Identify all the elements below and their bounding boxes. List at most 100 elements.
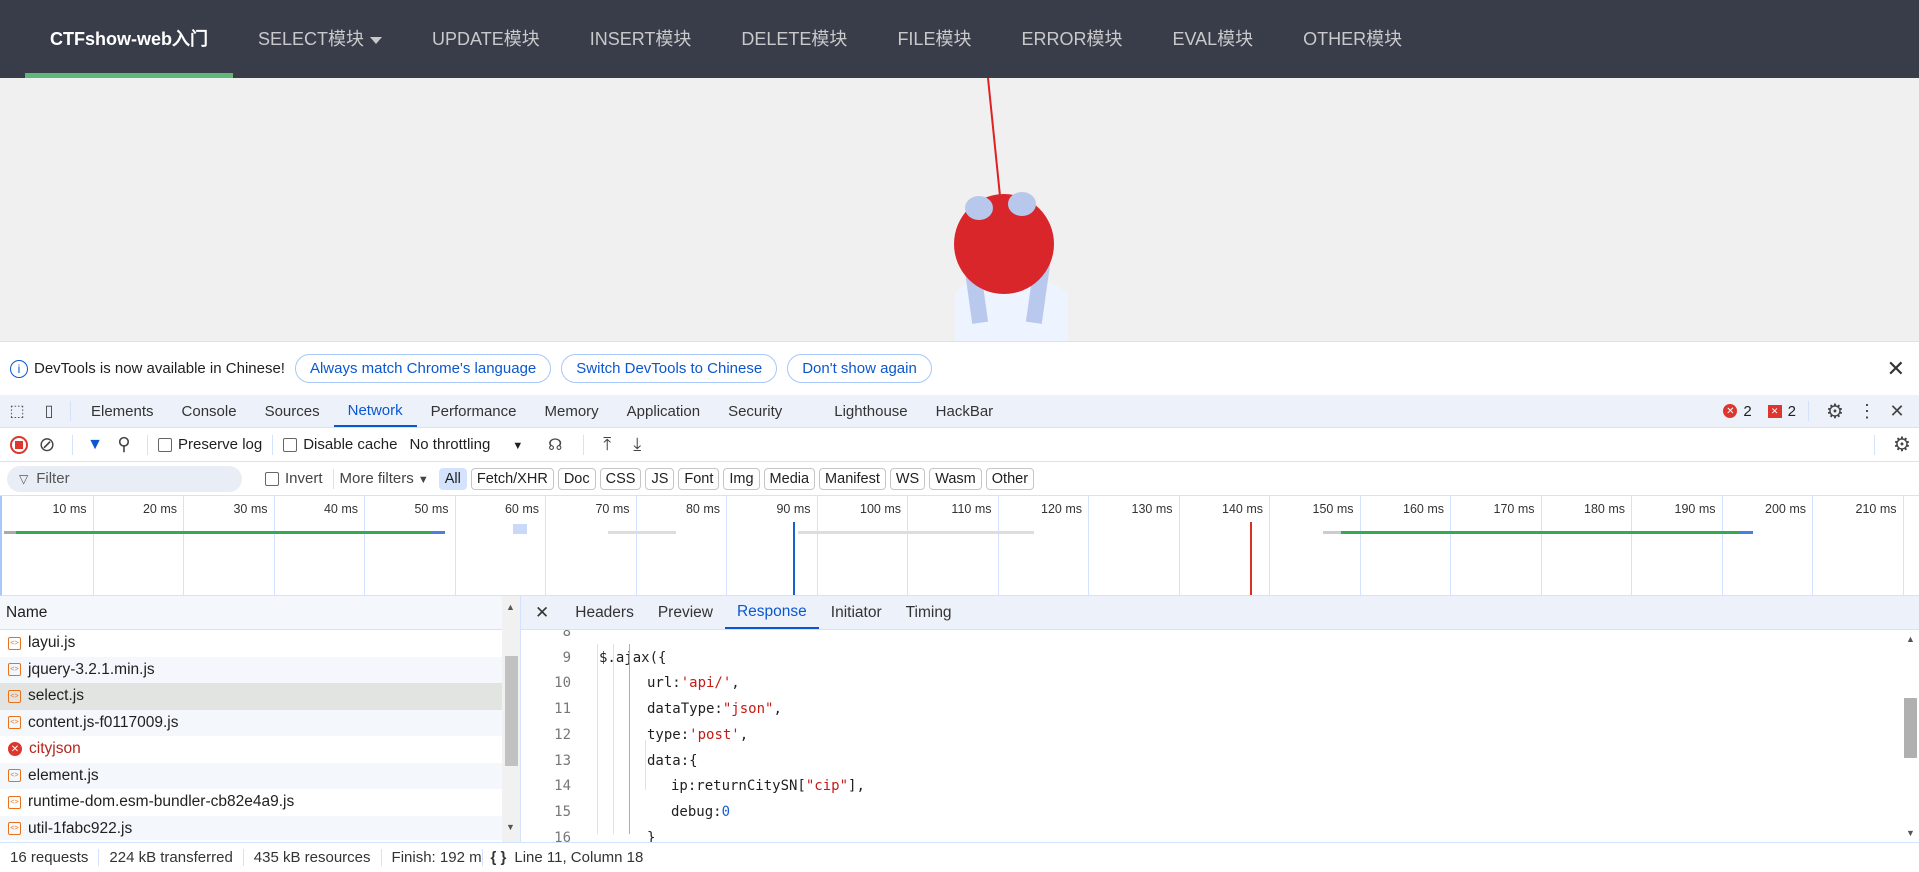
response-code-viewer[interactable]: 8 9 $.ajax({10 url:'api/', 11 dataType:"json"… [521,630,1902,842]
detail-tab-response[interactable]: Response [724,596,819,629]
record-stop-icon[interactable] [10,435,28,454]
inspect-element-icon[interactable]: ⬚ [0,395,34,427]
detail-tab-initiator[interactable]: Initiator [819,596,894,629]
search-icon[interactable]: ⚲ [111,434,137,455]
tab-security[interactable]: Security [714,395,796,427]
nav-item[interactable]: CTFshow-web入门 [25,0,233,78]
code-line: $.ajax({ [599,650,666,666]
script-file-icon: <> [8,769,21,783]
network-overview-timeline[interactable]: 10 ms 20 ms 30 ms 40 ms 50 ms 60 ms 70 ms 80 ms… [0,496,1919,596]
request-row[interactable]: <> util-1fabc922.js [0,815,502,840]
filter-type-all[interactable]: All [438,467,467,490]
clear-icon[interactable]: ⊘ [32,432,62,457]
issue-count[interactable]: 2 [1788,403,1796,420]
code-line: } [647,830,655,842]
dom-content-loaded-marker [792,522,795,595]
nav-item[interactable]: DELETE模块 [716,0,872,78]
request-list-scrollbar[interactable]: ▲ ▼ [502,596,520,842]
filter-type-media[interactable]: Media [763,467,816,490]
filter-type-manifest[interactable]: Manifest [819,467,886,490]
device-toolbar-icon[interactable]: ▯ [34,395,64,427]
switch-to-chinese-button[interactable]: Switch DevTools to Chinese [561,354,778,383]
request-row[interactable]: <> jquery-3.2.1.min.js [0,656,502,683]
nav-item[interactable]: INSERT模块 [565,0,717,78]
request-row[interactable]: <> element.js [0,762,502,789]
export-har-icon[interactable]: ⤓ [624,434,650,455]
error-count[interactable]: 2 [1743,403,1751,420]
timeline-tick-label: 20 ms [142,502,177,516]
filter-type-ws[interactable]: WS [889,467,926,490]
close-devtools-icon[interactable]: ✕ [1885,401,1909,422]
tab-network[interactable]: Network [333,395,417,427]
preserve-log-checkbox[interactable]: Preserve log [158,436,262,453]
close-detail-icon[interactable]: ✕ [521,596,563,629]
line-number: 15 [554,803,571,820]
tab-console[interactable]: Console [168,395,251,427]
tab-elements[interactable]: Elements [77,395,168,427]
request-row[interactable]: ✕ cityjson [0,736,502,763]
tab-lighthouse[interactable]: Lighthouse [820,395,921,427]
import-har-icon[interactable]: ⤒ [594,434,620,455]
response-scrollbar[interactable]: ▲ ▼ [1902,630,1919,842]
disable-cache-checkbox[interactable]: Disable cache [283,436,397,453]
error-icon[interactable]: ✕ [1723,404,1738,418]
nav-item[interactable]: FILE模块 [872,0,996,78]
network-conditions-icon[interactable]: ☊ [537,435,573,455]
request-detail-panel: ✕ Headers Preview Response Initiator Timing … [521,596,1919,842]
request-row[interactable]: <> layui.js [0,630,502,657]
code-token: } [647,829,656,842]
filter-type-doc[interactable]: Doc [557,467,596,490]
tab-application[interactable]: Application [613,395,714,427]
timeline-tick-label: 40 ms [323,502,358,516]
transferred-size: 224 kB transferred [99,849,244,866]
filter-icon: ▽ [19,471,29,486]
nav-item[interactable]: EVAL模块 [1147,0,1278,78]
nav-item[interactable]: ERROR模块 [996,0,1147,78]
timeline-gridline [726,496,727,595]
more-options-icon[interactable]: ⋮ [1855,401,1879,422]
dont-show-again-button[interactable]: Don't show again [787,354,932,383]
close-infobar-icon[interactable]: ✕ [1887,356,1905,382]
filter-placeholder: Filter [36,470,70,487]
timeline-tick-label: 180 ms [1584,502,1625,516]
filter-type-img[interactable]: Img [723,467,760,490]
tab-memory[interactable]: Memory [531,395,613,427]
detail-tab-preview[interactable]: Preview [646,596,725,629]
tab-performance[interactable]: Performance [417,395,531,427]
timeline-tick-label: 170 ms [1493,502,1535,516]
filter-type-js[interactable]: JS [645,467,675,490]
tab-hackbar[interactable]: HackBar [922,395,1008,427]
issues-icon[interactable]: ✕ [1767,404,1782,418]
line-number: 10 [554,675,571,692]
nav-item[interactable]: OTHER模块 [1278,0,1427,78]
nav-item[interactable]: UPDATE模块 [407,0,565,78]
timeline-tick-label: 10 ms [52,502,87,516]
filter-type-font[interactable]: Font [678,467,720,490]
more-filters-dropdown[interactable]: More filters ▼ [340,470,429,487]
request-name: jquery-3.2.1.min.js [28,660,155,678]
network-settings-gear-icon[interactable]: ⚙ [1885,432,1919,457]
request-row[interactable]: <> runtime-dom.esm-bundler-cb82e4a9.js [0,789,502,816]
filter-type-css[interactable]: CSS [599,467,642,490]
request-row[interactable]: <> content.js-f0117009.js [0,709,502,736]
throttling-select[interactable]: No throttling ▼ [409,436,523,453]
pretty-print-icon[interactable]: { } [483,849,515,866]
timeline-request-bar [513,524,527,534]
always-match-language-button[interactable]: Always match Chrome's language [294,354,552,383]
invert-checkbox[interactable]: Invert [265,470,323,487]
settings-gear-icon[interactable]: ⚙ [1821,399,1849,424]
filter-type-fetch-xhr[interactable]: Fetch/XHR [470,467,554,490]
filter-funnel-icon[interactable]: ▼ [83,436,107,454]
detail-tab-timing[interactable]: Timing [894,596,964,629]
filter-input[interactable]: ▽ Filter [7,465,242,492]
request-row[interactable]: <> select.js [0,683,502,710]
filter-type-other[interactable]: Other [985,467,1035,490]
name-column-header[interactable]: Name [0,596,520,630]
tab-sources[interactable]: Sources [251,395,334,427]
filter-type-wasm[interactable]: Wasm [929,467,982,490]
code-line: ip:returnCitySN["cip"], [671,778,865,794]
detail-tab-headers[interactable]: Headers [563,596,646,629]
timeline-tick-label: 50 ms [414,502,449,516]
timeline-gridline [183,496,184,595]
nav-item[interactable]: SELECT模块 [233,0,407,78]
